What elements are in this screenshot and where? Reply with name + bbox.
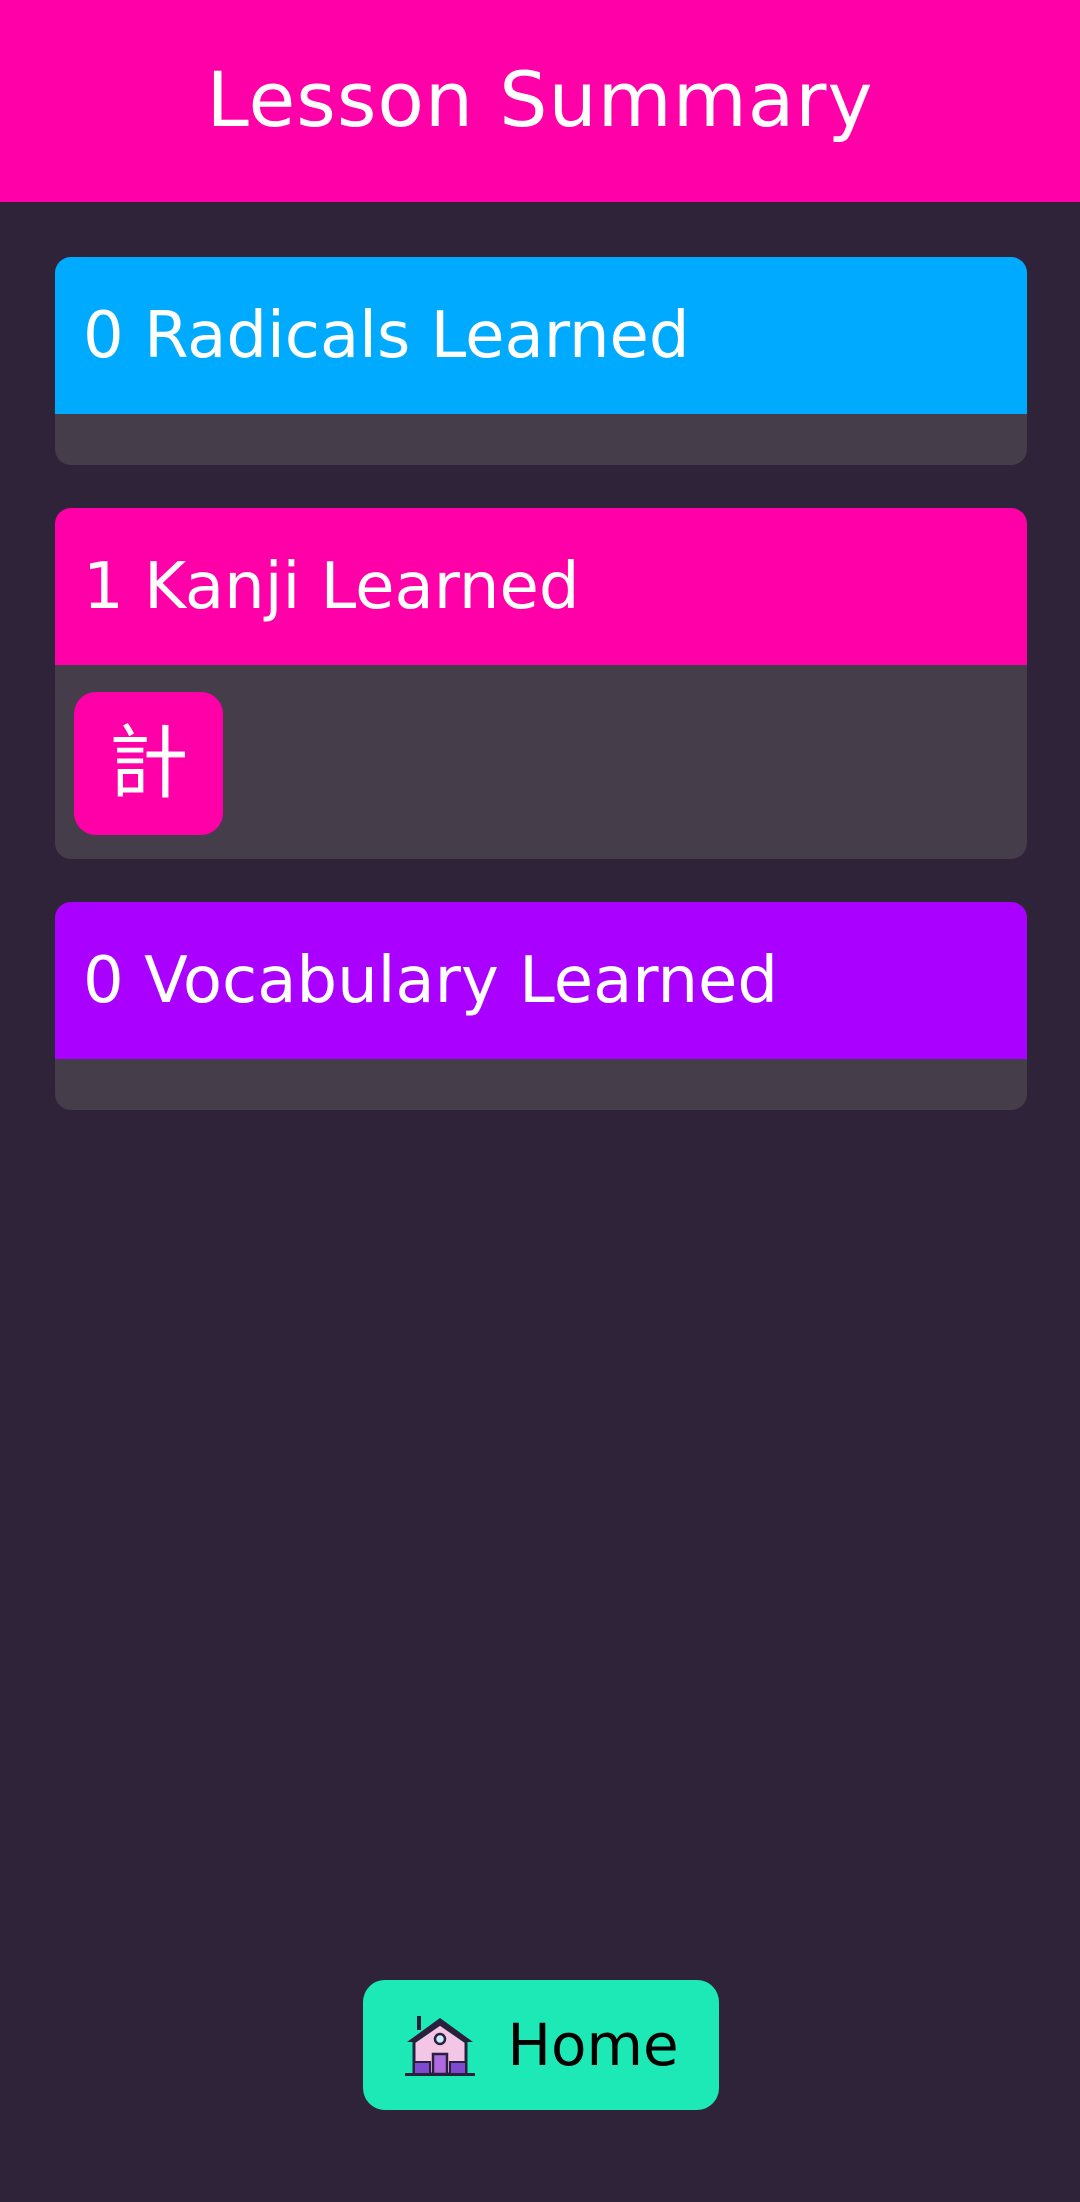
radicals-section-title: 0 Radicals Learned	[83, 298, 690, 373]
home-button-label: Home	[507, 2011, 679, 2079]
home-button[interactable]: Home	[363, 1980, 719, 2110]
kanji-section: 1 Kanji Learned 計	[55, 508, 1027, 859]
radicals-section: 0 Radicals Learned	[55, 257, 1027, 465]
page-title: Lesson Summary	[206, 54, 874, 144]
house-icon	[405, 2016, 476, 2076]
kanji-character: 計	[108, 716, 189, 810]
vocabulary-section: 0 Vocabulary Learned	[55, 902, 1027, 1110]
vocabulary-section-title: 0 Vocabulary Learned	[83, 943, 779, 1018]
kanji-section-title: 1 Kanji Learned	[83, 549, 580, 624]
kanji-section-header: 1 Kanji Learned	[55, 508, 1027, 665]
radicals-section-header: 0 Radicals Learned	[55, 257, 1027, 414]
vocabulary-section-header: 0 Vocabulary Learned	[55, 902, 1027, 1059]
header-bar: Lesson Summary	[0, 0, 1080, 202]
kanji-item[interactable]: 計	[74, 692, 223, 835]
